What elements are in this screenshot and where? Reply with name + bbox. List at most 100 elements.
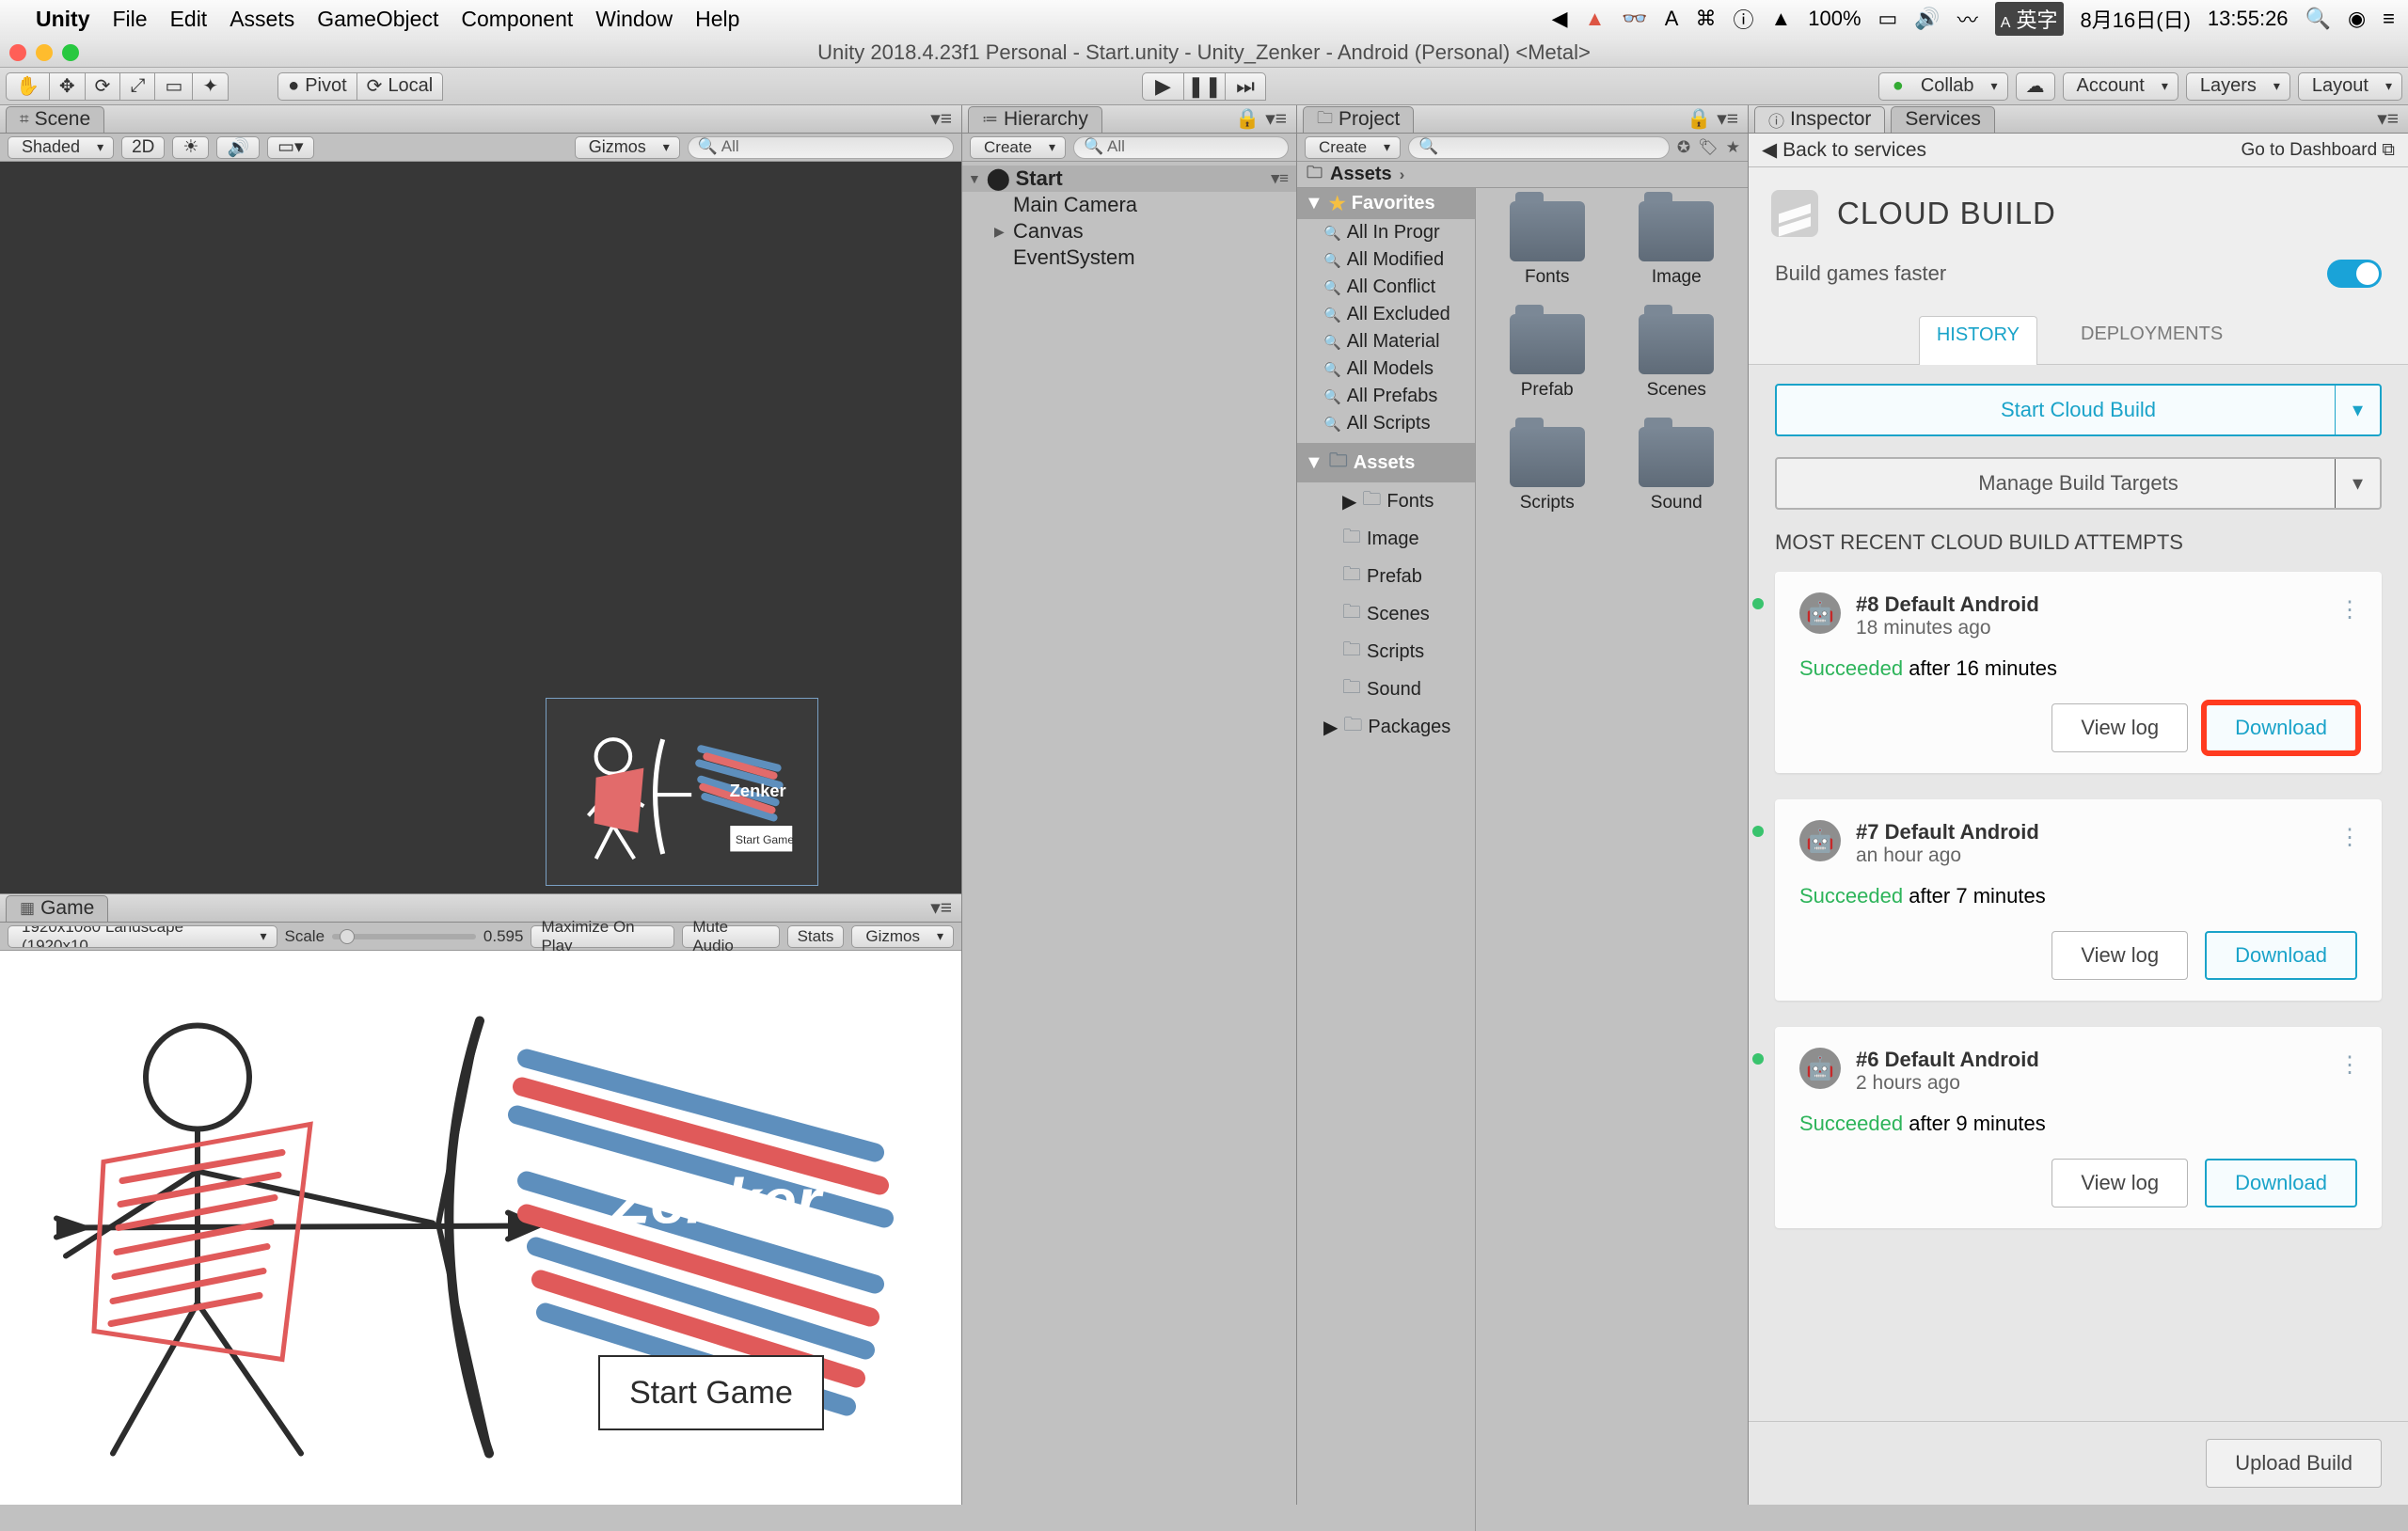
folder-item[interactable]: Prefab: [1489, 314, 1606, 401]
command-icon[interactable]: ⌘: [1695, 7, 1716, 31]
glasses-icon[interactable]: 👓: [1622, 7, 1647, 31]
2d-toggle[interactable]: 2D: [121, 136, 165, 159]
filter-icon[interactable]: ✪: [1677, 138, 1690, 157]
game-view[interactable]: Zenker Start Game: [0, 951, 961, 1505]
favorite-item[interactable]: 🔍All Scripts: [1297, 410, 1475, 437]
view-log-button[interactable]: View log: [2052, 931, 2188, 980]
pivot-toggle[interactable]: ● Pivot: [277, 72, 356, 101]
stats[interactable]: Stats: [787, 925, 845, 948]
back-to-services[interactable]: ◀Back to services: [1762, 138, 1926, 162]
scale-tool[interactable]: ⤢: [119, 72, 154, 101]
audio-toggle[interactable]: 🔊: [216, 136, 260, 159]
scale-slider[interactable]: [332, 934, 476, 939]
cloud-build-toggle[interactable]: [2327, 260, 2382, 288]
wifi-icon[interactable]: ▲: [1770, 7, 1791, 31]
unity-status-icon[interactable]: ◀: [1552, 7, 1568, 31]
asset-folder[interactable]: 🗀Scenes: [1297, 595, 1475, 633]
move-tool[interactable]: ✥: [49, 72, 85, 101]
rotate-tool[interactable]: ⟳: [85, 72, 120, 101]
build-menu-icon[interactable]: ⋮: [2338, 596, 2363, 623]
download-button[interactable]: Download: [2205, 1159, 2357, 1207]
volume-icon[interactable]: 🔊: [1914, 7, 1940, 31]
menu-gameobject[interactable]: GameObject: [317, 7, 438, 32]
favorite-item[interactable]: 🔍All Models: [1297, 355, 1475, 383]
menu-help[interactable]: Help: [695, 7, 739, 32]
packages-folder[interactable]: ▶🗀Packages: [1297, 708, 1475, 746]
hierarchy-item[interactable]: EventSystem: [962, 245, 1296, 271]
game-resolution-dropdown[interactable]: 1920x1080 Landscape (1920x10: [8, 925, 277, 948]
start-cloud-build-button[interactable]: Start Cloud Build▾: [1775, 384, 2382, 436]
pause-button[interactable]: ❚❚: [1183, 72, 1225, 101]
filter-icon[interactable]: 🏷: [1698, 138, 1719, 157]
mute-audio[interactable]: Mute Audio: [682, 925, 779, 948]
star-icon[interactable]: ★: [1726, 138, 1740, 157]
a-box-icon[interactable]: A: [1665, 7, 1679, 31]
scene-search[interactable]: 🔍 All: [688, 136, 954, 159]
favorite-item[interactable]: 🔍All In Progr: [1297, 219, 1475, 246]
hand-tool[interactable]: ✋: [6, 72, 49, 101]
folder-item[interactable]: Scenes: [1619, 314, 1735, 401]
layers-dropdown[interactable]: Layers: [2186, 72, 2290, 101]
start-game-button[interactable]: Start Game: [598, 1355, 824, 1430]
layout-dropdown[interactable]: Layout: [2298, 72, 2402, 101]
download-button[interactable]: Download: [2205, 931, 2357, 980]
asset-folder[interactable]: 🗀Image: [1297, 520, 1475, 558]
go-to-dashboard[interactable]: Go to Dashboard ⧉: [2241, 140, 2395, 161]
favorite-item[interactable]: 🔍All Modified: [1297, 246, 1475, 274]
game-tab[interactable]: ▦Game: [6, 895, 108, 922]
favorites-header[interactable]: ▼★Favorites: [1297, 188, 1475, 219]
services-tab-menu[interactable]: ▾≡: [2368, 107, 2408, 131]
asset-folder[interactable]: 🗀Sound: [1297, 671, 1475, 708]
local-toggle[interactable]: ⟳ Local: [356, 72, 444, 101]
hierarchy-tab-menu[interactable]: 🔒 ▾≡: [1226, 107, 1296, 131]
scene-selection[interactable]: Zenker Start Game: [546, 698, 818, 886]
ime-indicator[interactable]: A 英字: [1995, 2, 2064, 36]
favorite-item[interactable]: 🔍All Material: [1297, 328, 1475, 355]
game-tab-menu[interactable]: ▾≡: [921, 896, 961, 920]
project-tab[interactable]: 🗀Project: [1303, 106, 1414, 133]
rect-tool[interactable]: ▭: [154, 72, 192, 101]
siri-icon[interactable]: ◉: [2348, 7, 2366, 31]
scene-tab[interactable]: ⌗Scene: [6, 106, 104, 133]
folder-item[interactable]: Scripts: [1489, 427, 1606, 513]
maximize-on-play[interactable]: Maximize On Play: [531, 925, 674, 948]
menu-file[interactable]: File: [113, 7, 148, 32]
transform-tool[interactable]: ✦: [192, 72, 229, 101]
cloud-button[interactable]: ☁: [2016, 72, 2055, 101]
build-menu-icon[interactable]: ⋮: [2338, 1051, 2363, 1079]
project-create[interactable]: Create: [1305, 136, 1401, 159]
scene-tab-menu[interactable]: ▾≡: [921, 107, 961, 131]
fx-toggle[interactable]: ▭▾: [267, 136, 314, 159]
activity-icon[interactable]: 〰: [1957, 4, 1978, 34]
hierarchy-search[interactable]: 🔍 All: [1073, 136, 1289, 159]
draw-mode-dropdown[interactable]: Shaded: [8, 136, 114, 159]
account-dropdown[interactable]: Account: [2063, 72, 2178, 101]
hierarchy-tab[interactable]: ≔Hierarchy: [968, 106, 1102, 133]
manage-build-targets-button[interactable]: Manage Build Targets▾: [1775, 457, 2382, 510]
game-gizmos[interactable]: Gizmos: [851, 925, 954, 948]
menubar-appname[interactable]: Unity: [36, 7, 90, 32]
deployments-tab[interactable]: DEPLOYMENTS: [2066, 316, 2238, 353]
asset-folder[interactable]: ▶🗀Fonts: [1297, 482, 1475, 520]
asset-folder[interactable]: 🗀Prefab: [1297, 558, 1475, 595]
project-search[interactable]: 🔍: [1408, 136, 1670, 159]
favorite-item[interactable]: 🔍All Conflict: [1297, 274, 1475, 301]
folder-item[interactable]: Sound: [1619, 427, 1735, 513]
project-tab-menu[interactable]: 🔒 ▾≡: [1677, 107, 1748, 131]
menu-assets[interactable]: Assets: [230, 7, 294, 32]
favorite-item[interactable]: 🔍All Prefabs: [1297, 383, 1475, 410]
folder-item[interactable]: Image: [1619, 201, 1735, 288]
battery-icon[interactable]: ▭: [1878, 7, 1898, 31]
warning-icon[interactable]: ▲: [1585, 7, 1606, 31]
hierarchy-item[interactable]: Main Camera: [962, 192, 1296, 218]
traffic-lights[interactable]: [9, 44, 79, 61]
asset-folder[interactable]: 🗀Scripts: [1297, 633, 1475, 671]
build-menu-icon[interactable]: ⋮: [2338, 824, 2363, 851]
inspector-tab[interactable]: ⓘInspector: [1754, 106, 1885, 133]
collab-dropdown[interactable]: ●Collab: [1878, 72, 2008, 101]
download-button[interactable]: Download: [2205, 703, 2357, 752]
menu-window[interactable]: Window: [595, 7, 673, 32]
play-button[interactable]: ▶: [1142, 72, 1183, 101]
gizmos-dropdown[interactable]: Gizmos: [575, 136, 680, 159]
upload-build-button[interactable]: Upload Build: [2206, 1439, 2382, 1488]
